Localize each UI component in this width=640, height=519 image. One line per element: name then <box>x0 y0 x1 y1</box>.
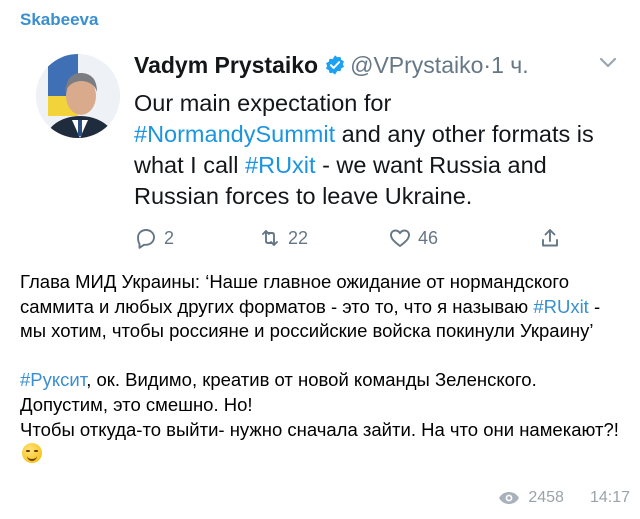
hashtag-link[interactable]: #RUxit <box>533 296 589 317</box>
tweet-author-name[interactable]: Vadym Prystaiko <box>134 52 318 78</box>
views-count: 2458 <box>528 489 564 506</box>
tweet-text-part: Our main expectation for <box>134 90 392 116</box>
message-text-part: Допустим, это смешно. Но! <box>20 393 253 415</box>
verified-badge-icon <box>326 55 345 75</box>
message-paragraph: #Руксит, ок. Видимо, креатив от новой ко… <box>20 368 620 466</box>
message-meta: 2458 14:17 <box>498 489 630 507</box>
tweet-time[interactable]: 1 ч. <box>491 52 529 78</box>
message-text-part: , ок. Видимо, креатив от новой команды З… <box>86 369 537 391</box>
message-text-part: Чтобы откуда-то выйти- нужно сначала зай… <box>20 418 619 440</box>
chevron-down-icon[interactable] <box>598 56 618 70</box>
message-text-part: Глава МИД Украины: ‘Наше главное ожидани… <box>20 271 570 317</box>
channel-name[interactable]: Skabeeva <box>20 10 98 30</box>
heart-icon <box>390 229 410 247</box>
separator-dot: · <box>483 52 492 78</box>
retweet-count: 22 <box>288 227 309 248</box>
avatar[interactable] <box>36 54 120 138</box>
hashtag-link[interactable]: #RUxit <box>245 152 316 178</box>
eye-icon <box>499 492 520 504</box>
retweet-icon <box>262 230 278 246</box>
reply-count: 2 <box>164 227 175 248</box>
like-button[interactable]: 46 <box>388 226 438 250</box>
retweet-button[interactable]: 22 <box>258 226 308 250</box>
reply-icon <box>137 229 155 249</box>
embedded-tweet[interactable]: Vadym Prystaiko @VPrystaiko·1 ч. Our main… <box>20 38 620 256</box>
tweet-text: Our main expectation for #NormandySummit … <box>134 88 620 212</box>
message-time: 14:17 <box>589 489 630 506</box>
smirk-emoji-icon <box>22 443 42 464</box>
tweet-handle[interactable]: @VPrystaiko <box>350 52 483 78</box>
reply-button[interactable]: 2 <box>134 226 174 250</box>
hashtag-link[interactable]: #NormandySummit <box>134 121 335 147</box>
message-text: Глава МИД Украины: ‘Наше главное ожидани… <box>20 270 620 467</box>
tweet-actions: 2 22 46 <box>134 226 564 254</box>
share-icon <box>542 229 558 247</box>
hashtag-link[interactable]: #Руксит <box>20 369 86 390</box>
tweet-header: Vadym Prystaiko @VPrystaiko·1 ч. <box>134 52 620 82</box>
message-paragraph: Глава МИД Украины: ‘Наше главное ожидани… <box>20 270 620 344</box>
like-count: 46 <box>418 227 439 248</box>
share-button[interactable] <box>538 226 562 250</box>
